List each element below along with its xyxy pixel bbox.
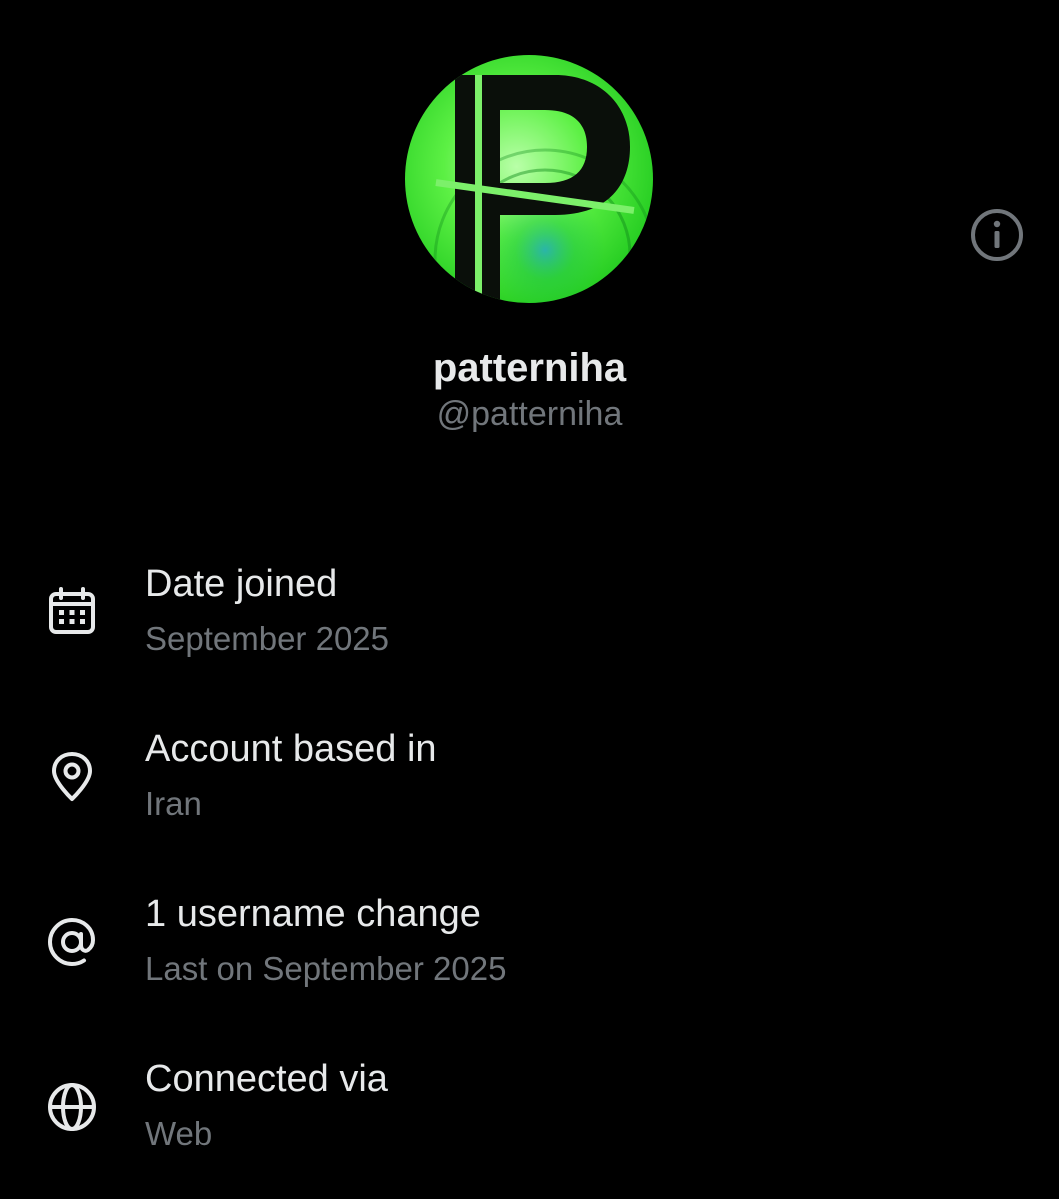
globe-icon [44,1079,100,1135]
profile-header: patterniha @patterniha [0,0,1059,470]
avatar[interactable] [405,55,653,303]
date-joined-label: Date joined [145,563,338,605]
at-sign-icon [44,914,100,970]
info-icon [971,209,1023,261]
account-based-in-value: Iran [145,785,202,822]
date-joined-row: Date joined September 2025 [0,560,1059,680]
connected-via-row: Connected via Web [0,1055,1059,1175]
location-pin-icon [44,749,100,805]
account-based-in-label: Account based in [145,728,437,770]
avatar-logo-image [405,55,653,303]
date-joined-value: September 2025 [145,620,390,657]
display-name: patterniha [432,346,627,390]
username-change-label: 1 username change [145,893,481,935]
connected-via-label: Connected via [145,1058,388,1100]
username-change-value: Last on September 2025 [145,950,507,987]
connected-via-value: Web [145,1115,213,1152]
account-based-in-row: Account based in Iran [0,725,1059,845]
username-change-row: 1 username change Last on September 2025 [0,890,1059,1010]
account-location-info-button[interactable] [968,206,1026,264]
calendar-icon [44,584,100,640]
username-handle: @patterniha [436,395,623,433]
